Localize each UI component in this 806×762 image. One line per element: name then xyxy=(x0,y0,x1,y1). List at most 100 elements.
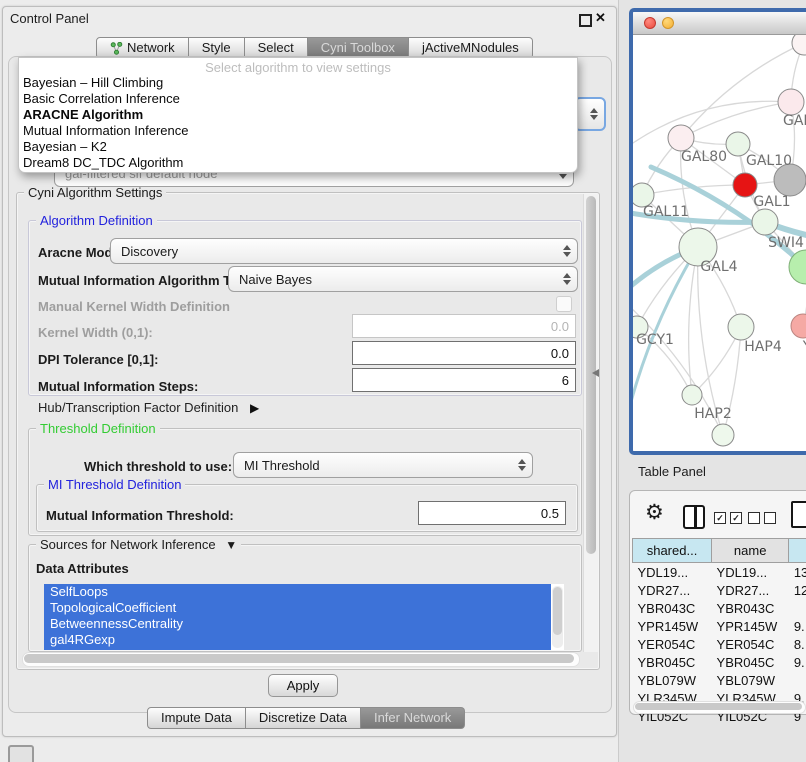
table-row[interactable]: YDR27...YDR27...12 xyxy=(633,581,806,599)
mi-algorithm-type-label: Mutual Information Algorithm Type: xyxy=(38,273,257,288)
kernel-width-label: Kernel Width (0,1): xyxy=(38,325,153,340)
tab-infer-network[interactable]: Infer Network xyxy=(361,707,465,729)
network-node[interactable] xyxy=(792,35,806,55)
table-cell xyxy=(789,671,806,689)
stepper-icon xyxy=(563,245,570,257)
attribute-list-item[interactable]: BetweennessCentrality xyxy=(44,616,564,632)
algorithm-option[interactable]: ARACNE Algorithm xyxy=(19,107,577,123)
table-row[interactable]: YBR045CYBR045C9. xyxy=(633,653,806,671)
network-node-gal80[interactable] xyxy=(668,125,694,151)
network-edge[interactable] xyxy=(633,101,791,153)
dpi-tolerance-field[interactable]: 0.0 xyxy=(352,341,576,365)
table-row[interactable]: YER054CYER054C8. xyxy=(633,635,806,653)
node-table[interactable]: shared...nameAYDL19...YDL19...13YDR27...… xyxy=(632,538,806,725)
tab-label: Select xyxy=(258,38,294,58)
network-node-gal2[interactable] xyxy=(778,89,804,115)
which-threshold-combo[interactable]: MI Threshold xyxy=(233,452,533,478)
node-label: GCY1 xyxy=(636,332,674,348)
select-all-icon[interactable]: ✓ ✓ xyxy=(714,512,742,524)
mi-algorithm-type-combo[interactable]: Naive Bayes xyxy=(228,266,578,292)
kernel-width-field[interactable]: 0.0 xyxy=(352,314,576,338)
network-node-y[interactable] xyxy=(791,314,806,338)
settings-vertical-scrollbar[interactable] xyxy=(583,194,598,652)
expand-triangle-icon: ▶ xyxy=(250,401,259,415)
close-icon[interactable]: ✕ xyxy=(595,10,606,26)
threshold-definition-title: Threshold Definition xyxy=(36,421,160,436)
table-row[interactable]: YPR145WYPR145W9. xyxy=(633,617,806,635)
column-header[interactable]: name xyxy=(712,539,789,563)
mi-threshold-title: MI Threshold Definition xyxy=(44,477,185,492)
node-label: HAP2 xyxy=(694,406,731,422)
settings-horizontal-scrollbar[interactable] xyxy=(22,652,580,667)
algorithm-option[interactable]: Dream8 DC_TDC Algorithm xyxy=(19,155,577,171)
table-cell: YBR043C xyxy=(633,599,712,617)
deselect-all-icon[interactable] xyxy=(748,512,776,524)
scrollbar-thumb[interactable] xyxy=(24,654,574,663)
tab-label: Cyni Toolbox xyxy=(321,38,395,58)
column-header[interactable]: shared... xyxy=(633,539,712,563)
new-table-icon[interactable] xyxy=(791,501,806,528)
list-scrollbar[interactable] xyxy=(552,586,563,648)
tab-label: Network xyxy=(127,38,175,58)
network-view-window: GAL2GAL80GAL10GAL1GAL11SWI4GAL4GCY1HAP4Y… xyxy=(629,8,806,455)
network-node-swi4[interactable] xyxy=(752,209,778,235)
table-cell: YER054C xyxy=(712,635,789,653)
network-icon xyxy=(110,42,123,55)
network-canvas[interactable]: GAL2GAL80GAL10GAL1GAL11SWI4GAL4GCY1HAP4Y… xyxy=(633,35,806,451)
mi-threshold-field[interactable]: 0.5 xyxy=(418,501,566,525)
scrollbar-thumb[interactable] xyxy=(635,703,802,710)
inference-algorithm-combo-fragment[interactable] xyxy=(574,97,606,131)
attribute-list-item[interactable]: SelfLoops xyxy=(44,584,564,600)
combo-value: MI Threshold xyxy=(244,458,320,473)
mi-steps-field[interactable]: 6 xyxy=(352,368,576,392)
algorithm-option[interactable]: Basic Correlation Inference xyxy=(19,91,577,107)
node-label: GAL1 xyxy=(753,194,790,210)
aracne-mode-combo[interactable]: Discovery xyxy=(110,238,578,264)
table-cell: 9. xyxy=(789,653,806,671)
attribute-list-item[interactable]: gal4RGexp xyxy=(44,632,564,648)
node-label: GAL80 xyxy=(681,149,727,165)
stepper-icon xyxy=(590,108,597,120)
algorithm-option[interactable]: Mutual Information Inference xyxy=(19,123,577,139)
algorithm-option[interactable]: Bayesian – Hill Climbing xyxy=(19,75,577,91)
network-edge[interactable] xyxy=(689,247,698,395)
tab-label: Impute Data xyxy=(161,708,232,728)
minimize-traffic-light-icon[interactable] xyxy=(662,17,674,29)
float-window-icon[interactable] xyxy=(579,14,592,27)
minimized-panel-icon[interactable] xyxy=(8,745,34,762)
table-horizontal-scrollbar[interactable] xyxy=(633,701,806,714)
attribute-list-item[interactable]: TopologicalCoefficient xyxy=(44,600,564,616)
stepper-icon xyxy=(518,459,525,471)
close-traffic-light-icon[interactable] xyxy=(644,17,656,29)
hub-definition-label: Hub/Transcription Factor Definition xyxy=(38,400,238,415)
table-settings-gear-icon[interactable]: ⚙ xyxy=(645,502,664,523)
tab-impute-data[interactable]: Impute Data xyxy=(147,707,246,729)
algorithm-option[interactable]: Bayesian – K2 xyxy=(19,139,577,155)
table-cell: YDR27... xyxy=(633,581,712,599)
apply-button[interactable]: Apply xyxy=(268,674,338,697)
table-cell: YDL19... xyxy=(712,563,789,582)
table-cell: YBL079W xyxy=(633,671,712,689)
table-cell: YER054C xyxy=(633,635,712,653)
node-label: Y xyxy=(802,339,806,355)
hub-definition-toggle[interactable]: Hub/Transcription Factor Definition ▶ xyxy=(38,400,259,415)
table-cell: YBR045C xyxy=(633,653,712,671)
table-cell xyxy=(789,599,806,617)
network-node-hap4[interactable] xyxy=(728,314,754,340)
zoom-traffic-light-icon[interactable] xyxy=(680,17,692,29)
data-attributes-list[interactable]: SelfLoopsTopologicalCoefficientBetweenne… xyxy=(44,584,564,650)
table-cell: YPR145W xyxy=(633,617,712,635)
network-node-hap2[interactable] xyxy=(682,385,702,405)
table-cell: YDL19... xyxy=(633,563,712,582)
tab-label: Discretize Data xyxy=(259,708,347,728)
column-view-icon[interactable] xyxy=(683,505,705,529)
tab-discretize-data[interactable]: Discretize Data xyxy=(246,707,361,729)
network-window-titlebar[interactable] xyxy=(633,12,806,35)
network-node[interactable] xyxy=(712,424,734,446)
column-header[interactable]: A xyxy=(789,539,806,563)
table-row[interactable]: YBL079WYBL079W xyxy=(633,671,806,689)
table-row[interactable]: YBR043CYBR043C xyxy=(633,599,806,617)
manual-kernel-checkbox[interactable] xyxy=(556,296,572,312)
table-row[interactable]: YDL19...YDL19...13 xyxy=(633,563,806,582)
sources-group-title[interactable]: Sources for Network Inference ▼ xyxy=(36,537,241,552)
